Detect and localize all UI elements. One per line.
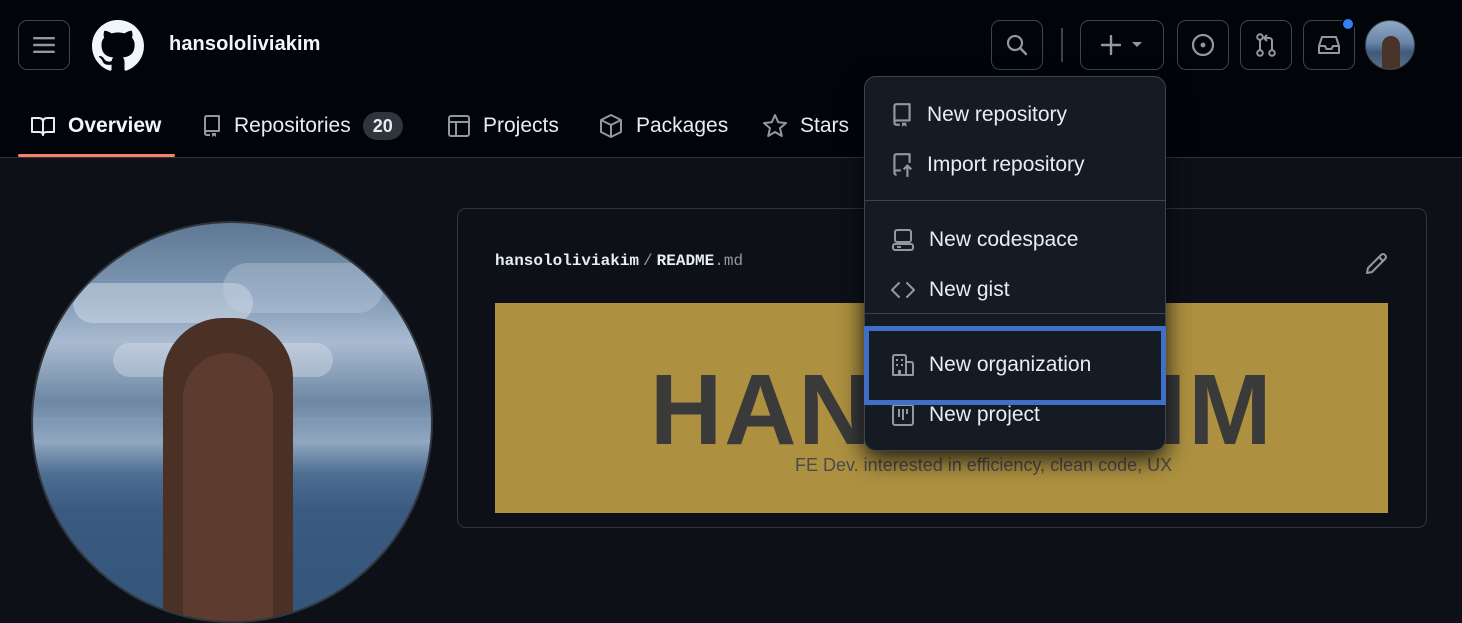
repo-icon	[204, 115, 220, 137]
tab-packages[interactable]: Packages	[598, 96, 728, 156]
menu-item-new-project[interactable]: New project	[865, 392, 1165, 438]
notification-indicator	[1341, 17, 1355, 31]
plus-icon	[1101, 35, 1121, 55]
menu-item-import-repository[interactable]: Import repository	[865, 142, 1165, 188]
star-icon	[763, 114, 787, 137]
hamburger-icon	[33, 37, 55, 53]
package-icon	[600, 114, 622, 138]
inbox-icon	[1318, 36, 1340, 54]
menu-item-label: New project	[929, 403, 1040, 426]
repositories-count-badge: 20	[362, 112, 403, 140]
code-icon	[891, 282, 915, 298]
profile-avatar[interactable]	[31, 221, 433, 623]
menu-item-label: New organization	[929, 353, 1092, 376]
tab-overview[interactable]: Overview	[30, 96, 161, 156]
menu-item-new-codespace[interactable]: New codespace	[865, 217, 1165, 263]
issues-button[interactable]	[1177, 20, 1229, 70]
profile-tabs: Overview Repositories 20 Projects Packag…	[0, 96, 1462, 156]
path-separator: /	[643, 252, 653, 270]
banner-subtitle: FE Dev. interested in efficiency, clean …	[795, 455, 1173, 475]
issue-opened-icon	[1191, 33, 1215, 57]
menu-item-label: New repository	[927, 103, 1068, 126]
menu-divider	[865, 200, 1165, 201]
readme-filename[interactable]: README	[657, 252, 715, 270]
triangle-down-icon	[1132, 42, 1142, 47]
codespaces-icon	[892, 229, 914, 251]
menu-item-label: Import repository	[927, 153, 1085, 176]
profile-username-link[interactable]: hansololiviakim	[169, 33, 321, 56]
header-divider	[1061, 28, 1063, 62]
menu-item-label: New codespace	[929, 228, 1079, 251]
repo-push-icon	[893, 153, 912, 177]
menu-divider	[865, 313, 1165, 314]
search-icon	[1006, 34, 1028, 56]
git-pull-request-icon	[1256, 33, 1276, 57]
header-border	[0, 157, 1462, 158]
tab-label: Stars	[800, 114, 850, 137]
readme-extension: .md	[714, 252, 744, 270]
tab-label: Repositories	[234, 114, 351, 137]
tab-label: Overview	[68, 114, 162, 137]
project-icon	[892, 404, 914, 426]
readme-path: hansololiviakim / README.md	[495, 252, 743, 270]
create-new-menu: New repository Import repository New cod…	[864, 76, 1166, 451]
user-avatar-button[interactable]	[1365, 20, 1415, 70]
pencil-icon[interactable]	[1363, 251, 1389, 277]
tab-label: Packages	[636, 114, 729, 137]
tab-repositories[interactable]: Repositories 20	[202, 96, 403, 156]
tab-stars[interactable]: Stars	[762, 96, 849, 156]
menu-item-new-organization[interactable]: New organization	[865, 342, 1165, 388]
menu-item-label: New gist	[929, 278, 1010, 301]
tab-label: Projects	[483, 114, 559, 137]
organization-icon	[892, 354, 914, 376]
readme-owner[interactable]: hansololiviakim	[495, 252, 639, 270]
create-new-button[interactable]	[1080, 20, 1164, 70]
menu-button[interactable]	[18, 20, 70, 70]
pull-requests-button[interactable]	[1240, 20, 1292, 70]
github-logo-icon	[92, 20, 144, 71]
table-icon	[448, 115, 470, 137]
github-logo-link[interactable]	[92, 20, 144, 72]
menu-item-new-gist[interactable]: New gist	[865, 267, 1165, 313]
repo-icon	[893, 103, 911, 127]
menu-item-new-repository[interactable]: New repository	[865, 92, 1165, 138]
book-icon	[31, 117, 55, 136]
search-button[interactable]	[991, 20, 1043, 70]
tab-projects[interactable]: Projects	[447, 96, 559, 156]
